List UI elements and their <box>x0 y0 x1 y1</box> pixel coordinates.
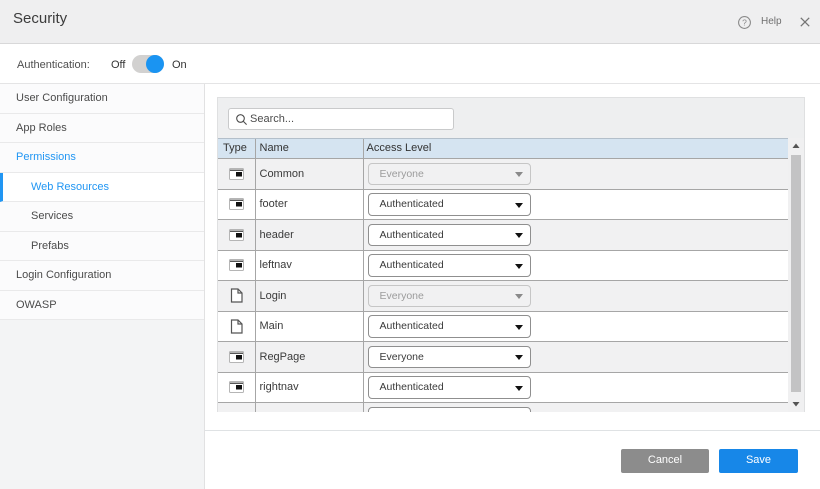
svg-text:?: ? <box>742 17 747 27</box>
